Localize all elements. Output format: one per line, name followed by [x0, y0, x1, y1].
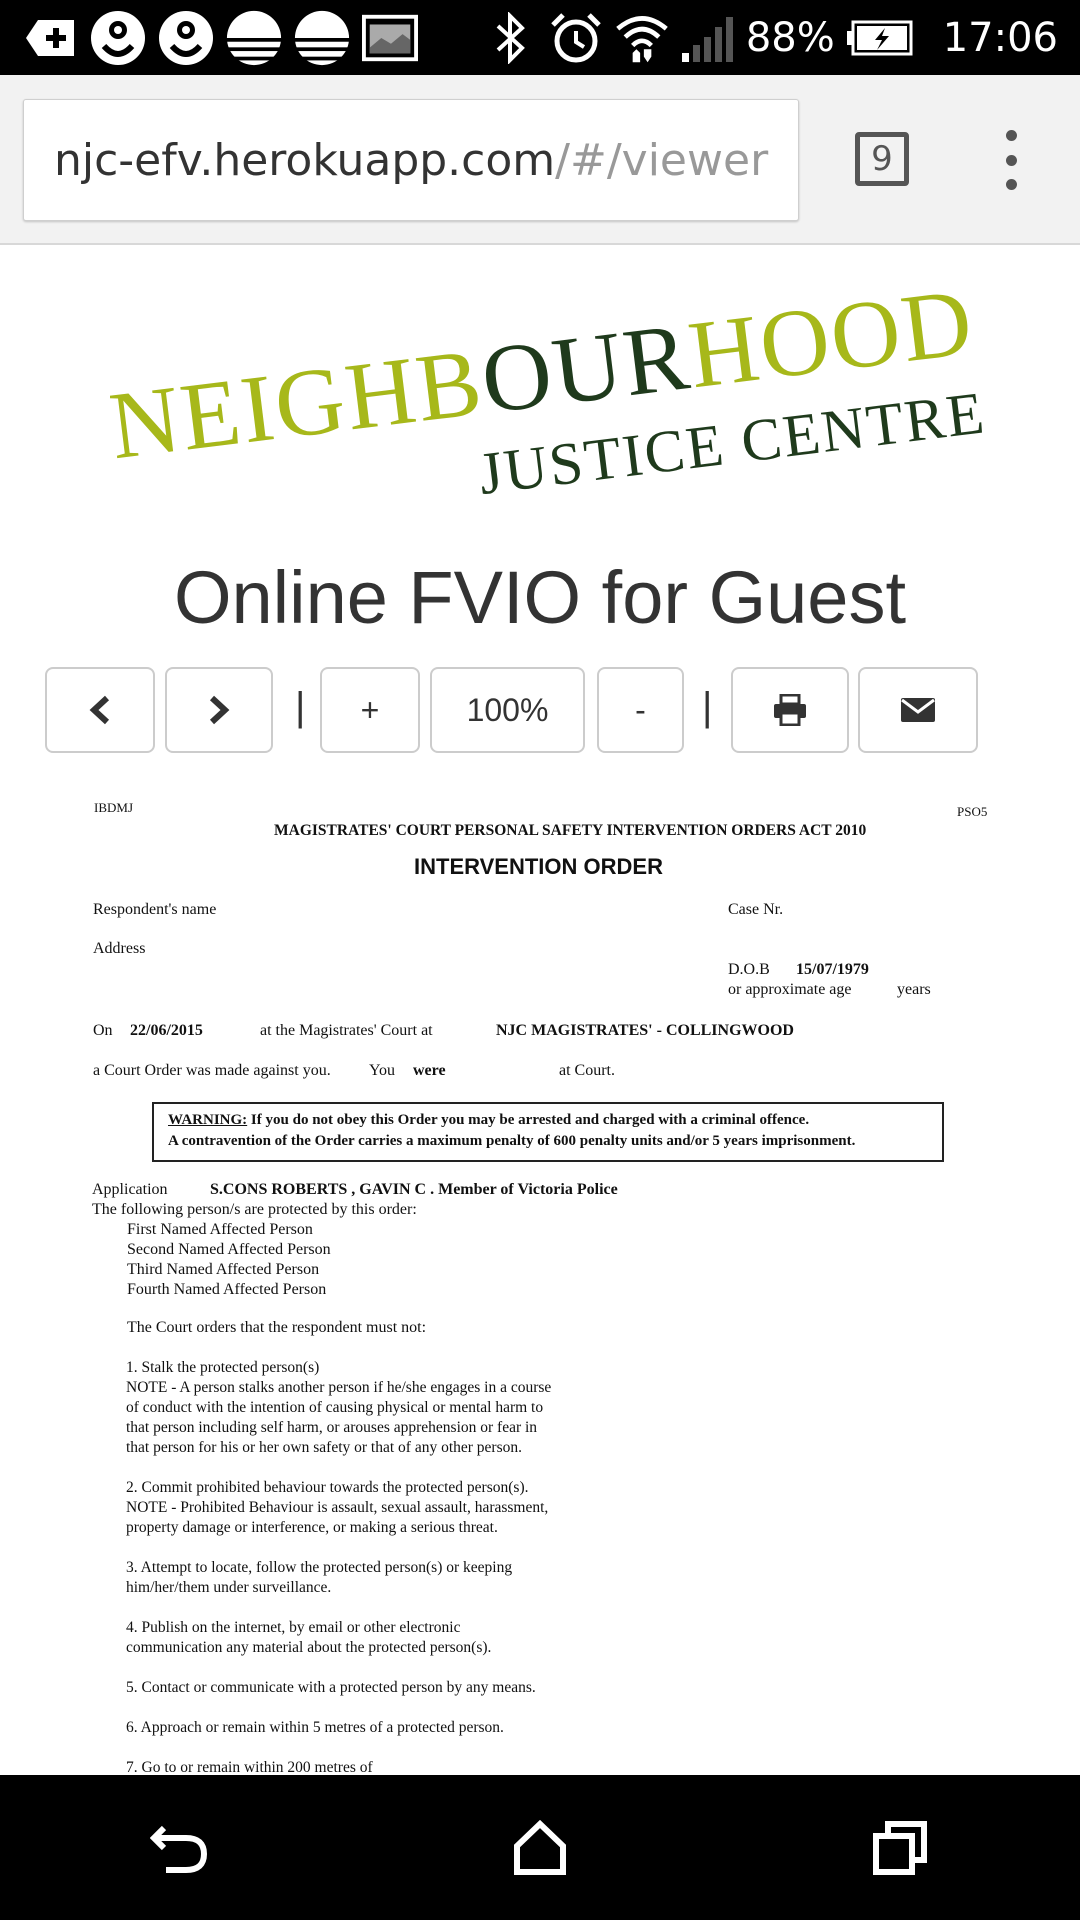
envelope-icon [901, 698, 935, 722]
affected-person: First Named Affected Person [127, 1221, 313, 1238]
warning-line-2: A contravention of the Order carries a m… [168, 1133, 856, 1149]
order-note: NOTE - Prohibited Behaviour is assault, … [126, 1499, 549, 1516]
browser-toolbar: njc-efv.herokuapp.com/#/viewer 9 [0, 75, 1080, 245]
affected-person: Fourth Named Affected Person [127, 1281, 327, 1298]
back-icon [150, 1825, 208, 1873]
order-note: property damage or interference, or maki… [126, 1519, 498, 1536]
affected-persons-list: First Named Affected Person Second Named… [127, 1220, 331, 1300]
battery-charging-icon [845, 10, 915, 66]
back-button[interactable] [120, 1788, 240, 1908]
notification-icons [0, 10, 418, 66]
app-stripes-icon [226, 10, 282, 66]
bluetooth-icon [482, 10, 538, 66]
zoom-out-button[interactable]: - [597, 667, 684, 753]
status-bar: 88% 17:06 [0, 0, 1080, 75]
address-label: Address [93, 940, 146, 957]
alarm-icon [548, 10, 604, 66]
order-title: INTERVENTION ORDER [414, 854, 663, 879]
doc-code-right: PSO5 [957, 804, 988, 819]
next-page-button[interactable] [165, 667, 273, 753]
warning-line-1: If you do not obey this Order you may be… [250, 1112, 810, 1128]
affected-person: Third Named Affected Person [127, 1261, 320, 1278]
court-order-text: a Court Order was made against you. [93, 1062, 331, 1079]
add-notification-icon [22, 10, 78, 66]
order-item: 5. Contact or communicate with a protect… [126, 1679, 536, 1696]
logo-text-part-b: OUR [476, 302, 696, 434]
toolbar-separator: | [702, 685, 713, 729]
at-court-label: at Court. [559, 1062, 615, 1079]
overflow-menu-icon[interactable] [1000, 130, 1022, 190]
order-item: 6. Approach or remain within 5 metres of… [126, 1719, 504, 1736]
warning-box: WARNING: If you do not obey this Order y… [152, 1102, 944, 1162]
system-nav-bar [0, 1775, 1080, 1920]
order-note: him/her/them under surveillance. [126, 1579, 332, 1596]
act-title: MAGISTRATES' COURT PERSONAL SAFETY INTER… [274, 822, 867, 839]
you-label: You [369, 1062, 395, 1079]
were-label: were [413, 1062, 446, 1079]
viewer-toolbar: | + 100% - | [0, 667, 1080, 753]
app-stripes-icon [294, 10, 350, 66]
home-icon [514, 1819, 566, 1875]
application-label: Application [92, 1181, 168, 1198]
address-bar[interactable]: njc-efv.herokuapp.com/#/viewer [23, 99, 799, 221]
page-title: Online FVIO for Guest [173, 556, 907, 639]
url-path: /#/viewer [555, 134, 769, 186]
print-icon [774, 694, 806, 726]
dob-value: 15/07/1979 [796, 961, 869, 978]
doc-code-left: IBDMJ [94, 800, 134, 815]
neighbourhood-justice-centre-logo: NEIGHBOURHOOD JUSTICE CENTRE [110, 267, 989, 507]
logo-text-part-a: NEIGHB [110, 328, 489, 480]
order-note: of conduct with the intention of causing… [126, 1399, 544, 1416]
email-button[interactable] [858, 667, 978, 753]
order-item: 1. Stalk the protected person(s) [126, 1359, 320, 1376]
order-note: communication any material about the pro… [126, 1639, 492, 1656]
orders-list: 1. Stalk the protected person(s) NOTE - … [126, 1358, 551, 1775]
print-button[interactable] [731, 667, 849, 753]
tab-switcher-button[interactable]: 9 [855, 132, 909, 186]
age-label: or approximate age [728, 981, 852, 998]
order-item: 4. Publish on the internet, by email or … [126, 1619, 461, 1636]
app-g-icon [158, 10, 214, 66]
chevron-left-icon [89, 695, 110, 725]
affected-person: Second Named Affected Person [127, 1241, 331, 1258]
previous-page-button[interactable] [45, 667, 155, 753]
on-label: On [93, 1022, 113, 1039]
protected-intro: The following person/s are protected by … [92, 1201, 417, 1218]
clock: 17:06 [942, 14, 1058, 61]
court-at-label: at the Magistrates' Court at [260, 1022, 433, 1039]
recents-button[interactable] [840, 1788, 960, 1908]
order-item: 7. Go to or remain within 200 metres of [126, 1759, 373, 1775]
order-item: 2. Commit prohibited behaviour towards t… [126, 1479, 529, 1496]
order-note: that person for his or her own safety or… [126, 1439, 522, 1456]
court-name: NJC MAGISTRATES' - COLLINGWOOD [496, 1022, 794, 1039]
zoom-in-button[interactable]: + [320, 667, 420, 753]
orders-intro: The Court orders that the respondent mus… [127, 1319, 427, 1336]
toolbar-separator: | [295, 685, 306, 729]
order-note: NOTE - A person stalks another person if… [126, 1379, 552, 1396]
recents-icon [873, 1820, 927, 1875]
system-icons: 88% 17:06 [482, 10, 1080, 66]
zoom-level-display: 100% [430, 667, 585, 753]
app-g-icon [90, 10, 146, 66]
url-host: njc-efv.herokuapp.com [54, 134, 556, 186]
order-item: 3. Attempt to locate, follow the protect… [126, 1559, 513, 1576]
order-note: that person including self harm, or arou… [126, 1419, 538, 1436]
warning-label: WARNING: [168, 1112, 248, 1128]
signal-icon [680, 10, 736, 66]
home-button[interactable] [480, 1788, 600, 1908]
dob-label: D.O.B [728, 961, 770, 978]
gallery-icon [362, 10, 418, 66]
wifi-icon [614, 10, 670, 66]
case-label: Case Nr. [728, 901, 784, 918]
applicant: S.CONS ROBERTS , GAVIN C . Member of Vic… [210, 1181, 618, 1198]
chevron-right-icon [209, 695, 230, 725]
order-date: 22/06/2015 [130, 1022, 203, 1039]
respondent-label: Respondent's name [93, 901, 217, 918]
battery-percent: 88% [745, 14, 835, 61]
years-label: years [897, 981, 931, 998]
document-page: IBDMJ PSO5 MAGISTRATES' COURT PERSONAL S… [0, 790, 1080, 1775]
